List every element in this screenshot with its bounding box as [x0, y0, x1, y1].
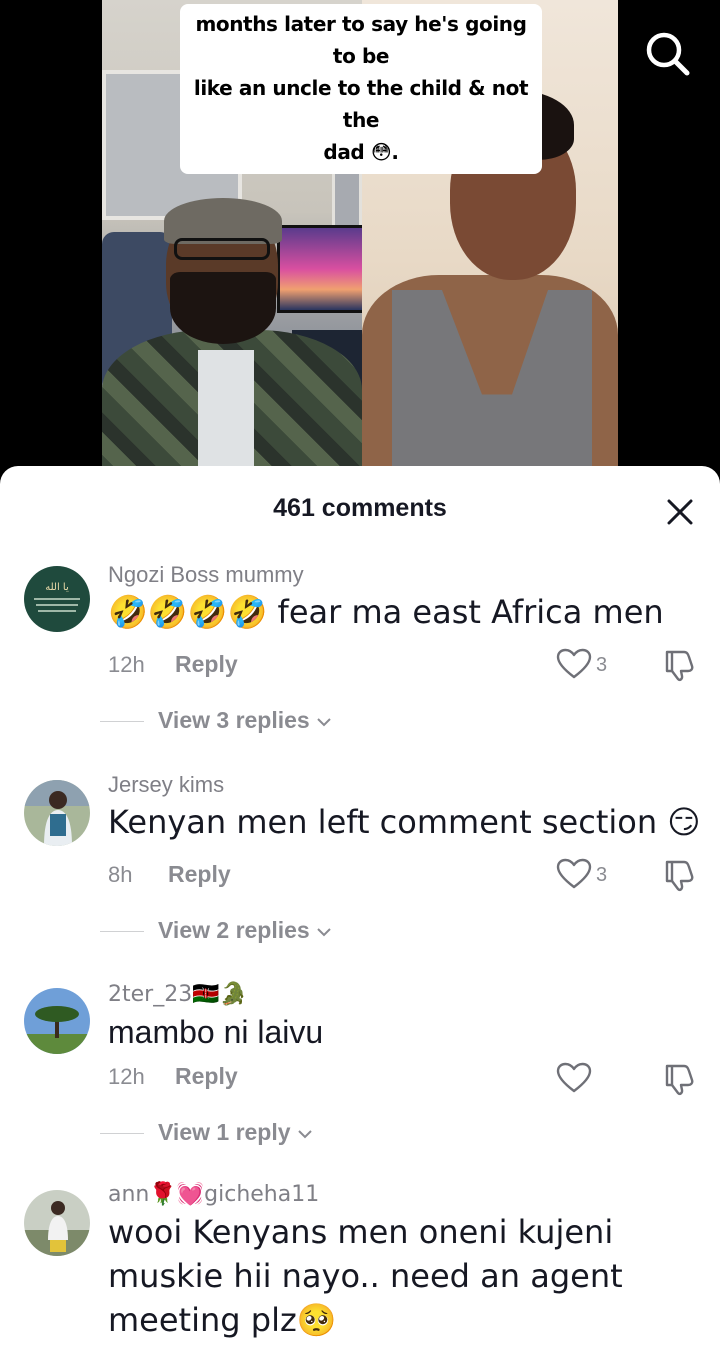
view-replies-label: View 1 reply	[158, 1119, 313, 1146]
comment-item: 2ter_23🇰🇪🐊 mambo ni laivu 12h Reply View…	[0, 982, 720, 1172]
avatar-image	[24, 1190, 90, 1256]
comment-text: 🤣🤣🤣🤣 fear ma east Africa men	[108, 593, 664, 631]
avatar[interactable]	[24, 1190, 90, 1256]
chevron-down-icon	[298, 1130, 312, 1139]
like-count: 3	[596, 864, 608, 886]
close-comments-button[interactable]	[662, 494, 698, 530]
avatar-image	[24, 988, 90, 1054]
comments-count: 461 comments	[273, 494, 447, 522]
comment-text: Kenyan men left comment section 😏	[108, 803, 701, 841]
like-button[interactable]	[556, 1062, 592, 1094]
view-replies-button[interactable]: View 2 replies	[100, 917, 400, 947]
thumbs-down-icon	[665, 650, 694, 681]
caption-line: like an uncle to the child & not the	[193, 76, 529, 132]
comment-item: Jersey kims Kenyan men left comment sect…	[0, 772, 720, 962]
search-button[interactable]	[640, 26, 694, 80]
avatar-image: يا الله	[24, 566, 90, 632]
man-shirt	[198, 350, 254, 470]
replies-divider	[100, 1133, 144, 1134]
comment-username[interactable]: Ngozi Boss mummy	[108, 562, 304, 588]
avatar[interactable]: يا الله	[24, 566, 90, 632]
replies-divider	[100, 931, 144, 932]
close-icon	[667, 499, 693, 525]
view-replies-label: View 3 replies	[158, 707, 332, 734]
caption-line: dad 😳.	[323, 140, 399, 164]
man-glasses	[174, 238, 270, 260]
heart-outline-icon	[556, 1062, 592, 1093]
reply-button[interactable]: Reply	[175, 1063, 238, 1090]
man-beard	[170, 272, 276, 344]
svg-text:يا الله: يا الله	[45, 582, 69, 593]
avatar[interactable]	[24, 988, 90, 1054]
thumbs-down-icon	[665, 860, 694, 891]
comment-time: 8h	[108, 862, 133, 887]
chevron-down-icon	[317, 718, 331, 727]
comment-text: wooi Kenyans men oneni kujeni muskie hii…	[108, 1213, 623, 1339]
thumbs-down-icon	[665, 1064, 694, 1095]
reply-button[interactable]: Reply	[168, 861, 231, 888]
comment-username[interactable]: Jersey kims	[108, 772, 224, 798]
reply-button[interactable]: Reply	[175, 651, 238, 678]
video-caption: months later to say he's going to be lik…	[180, 4, 542, 174]
monitor	[277, 225, 362, 313]
view-replies-button[interactable]: View 3 replies	[100, 707, 400, 737]
view-replies-label: View 2 replies	[158, 917, 332, 944]
search-icon	[646, 32, 690, 76]
video-player[interactable]: months later to say he's going to be lik…	[0, 0, 720, 470]
like-count: 3	[596, 654, 608, 676]
avatar[interactable]	[24, 780, 90, 846]
replies-divider	[100, 721, 144, 722]
dislike-button[interactable]	[662, 858, 696, 892]
like-button[interactable]	[556, 648, 592, 680]
chevron-down-icon	[317, 928, 331, 937]
view-replies-button[interactable]: View 1 reply	[100, 1119, 400, 1149]
comment-item: ann🌹💓gicheha11 wooi Kenyans men oneni ku…	[0, 1182, 720, 1361]
dislike-button[interactable]	[662, 648, 696, 682]
comment-time: 12h	[108, 652, 145, 677]
comment-item: يا الله Ngozi Boss mummy 🤣🤣🤣🤣 fear ma ea…	[0, 562, 720, 752]
dislike-button[interactable]	[662, 1062, 696, 1096]
like-button[interactable]	[556, 858, 592, 890]
comment-username[interactable]: 2ter_23🇰🇪🐊	[108, 982, 247, 1007]
heart-outline-icon	[556, 858, 592, 889]
heart-outline-icon	[556, 648, 592, 679]
caption-line: months later to say he's going to be	[195, 12, 527, 68]
comment-time: 12h	[108, 1064, 145, 1089]
comment-text: mambo ni laivu	[108, 1014, 324, 1050]
avatar-image	[24, 780, 90, 846]
comments-sheet: 461 comments يا الله Ngozi Boss mummy 🤣🤣…	[0, 466, 720, 1361]
comment-username[interactable]: ann🌹💓gicheha11	[108, 1182, 319, 1207]
